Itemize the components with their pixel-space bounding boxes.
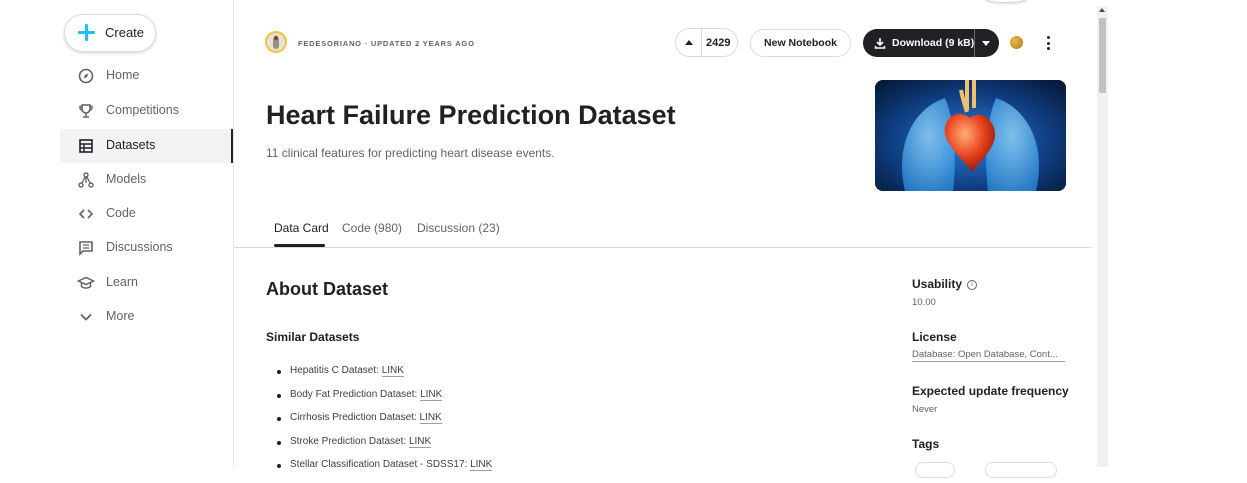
list-item-text: Stroke Prediction Dataset:	[290, 435, 409, 447]
usability-label-text: Usability	[912, 277, 963, 291]
tab-code[interactable]: Code (980)	[342, 221, 402, 235]
code-icon	[78, 209, 94, 219]
list-item-text: Body Fat Prediction Dataset:	[290, 388, 421, 400]
tags-label: Tags	[912, 437, 940, 451]
vote-count: 2429	[706, 37, 731, 49]
download-icon	[874, 38, 886, 49]
dataset-link[interactable]: LINK	[408, 435, 432, 448]
table-icon	[79, 139, 93, 153]
sidebar-item-label: Learn	[106, 275, 138, 289]
trophy-icon	[79, 104, 93, 118]
update-frequency-value: Never	[912, 404, 938, 415]
chevron-down-icon	[80, 313, 92, 321]
sidebar-item-label: Datasets	[106, 138, 156, 152]
about-dataset-heading: About Dataset	[266, 279, 389, 299]
sidebar-item-models[interactable]: Models	[60, 163, 233, 197]
tab-data-card[interactable]: Data Card	[274, 221, 329, 235]
more-options-icon[interactable]	[1042, 33, 1056, 53]
list-item: Body Fat Prediction Dataset: LINK	[274, 388, 492, 413]
dataset-title: Heart Failure Prediction Dataset	[266, 100, 676, 130]
owner-update-line[interactable]: FEDESORIANO · UPDATED 2 YEARS AGO	[298, 39, 475, 48]
upvote-widget: 2429	[675, 28, 738, 57]
download-label: Download (9 kB)	[892, 37, 975, 49]
dataset-cover-image	[875, 80, 1066, 191]
dataset-link[interactable]: LINK	[381, 365, 404, 377]
sidebar-item-discussions[interactable]: Discussions	[60, 231, 233, 265]
list-item: Hepatitis C Dataset: LINK	[274, 365, 492, 389]
list-item: Stellar Classification Dataset - SDSS17:…	[274, 459, 493, 483]
graduation-cap-icon	[77, 276, 95, 289]
sidebar-item-label: Code	[106, 206, 136, 220]
compass-icon	[78, 68, 94, 84]
similar-datasets-list: Hepatitis C Dataset: LINK Body Fat Predi…	[274, 365, 493, 483]
bronze-medal-icon	[1010, 36, 1023, 49]
upvote-button[interactable]	[676, 29, 702, 56]
sidebar-item-learn[interactable]: Learn	[60, 266, 233, 300]
similar-datasets-heading: Similar Datasets	[266, 330, 360, 344]
sidebar-item-competitions[interactable]: Competitions	[60, 94, 233, 128]
update-frequency-label: Expected update frequency	[912, 384, 1069, 398]
download-button: Download (9 kB)	[863, 29, 999, 57]
discussion-icon	[79, 241, 93, 256]
sidebar-item-datasets[interactable]: Datasets	[60, 129, 233, 163]
owner-avatar[interactable]	[265, 31, 287, 53]
sidebar-item-label: Models	[106, 172, 147, 186]
dataset-subtitle: 11 clinical features for predicting hear…	[266, 146, 555, 160]
list-item-text: Cirrhosis Prediction Dataset:	[290, 412, 420, 423]
sidebar-item-home[interactable]: Home	[60, 59, 233, 93]
dataset-page: FEDESORIANO · UPDATED 2 YEARS AGO 2429 N…	[234, 0, 1092, 478]
sidebar-item-label: More	[106, 309, 135, 323]
license-label: License	[912, 330, 957, 344]
tab-discussion[interactable]: Discussion (23)	[417, 221, 500, 235]
tag-chip[interactable]	[985, 462, 1057, 478]
tabs-divider	[234, 247, 1092, 248]
avatar-figure-icon	[273, 35, 279, 49]
download-main-button[interactable]: Download (9 kB)	[863, 29, 975, 57]
download-options-caret[interactable]	[974, 29, 999, 57]
plus-icon	[78, 24, 95, 41]
info-icon[interactable]: i	[967, 279, 978, 290]
dataset-link[interactable]: LINK	[419, 412, 442, 424]
page-scrollbar[interactable]	[1097, 6, 1108, 467]
tag-chip[interactable]	[915, 462, 955, 478]
usability-value: 10.00	[912, 297, 936, 308]
usability-label: Usability i	[912, 277, 978, 291]
sidebar: Create Home Competitions Datasets Models…	[0, 0, 234, 467]
new-notebook-button[interactable]: New Notebook	[750, 29, 851, 57]
heart-illustration	[875, 80, 1066, 191]
scroll-up-arrow-icon[interactable]	[1099, 8, 1105, 12]
list-item-text: Hepatitis C Dataset:	[290, 365, 382, 376]
models-icon	[78, 172, 94, 188]
sidebar-item-label: Discussions	[106, 240, 173, 254]
list-item: Stroke Prediction Dataset: LINK	[274, 435, 492, 460]
list-item-text: Stellar Classification Dataset - SDSS17:	[290, 459, 471, 470]
dataset-link[interactable]: LINK	[470, 459, 493, 471]
list-item: Cirrhosis Prediction Dataset: LINK	[274, 412, 492, 436]
dataset-link[interactable]: LINK	[420, 388, 443, 401]
create-label: Create	[105, 25, 145, 40]
sidebar-item-label: Competitions	[106, 103, 179, 117]
sidebar-item-label: Home	[106, 68, 140, 82]
sidebar-item-code[interactable]: Code	[60, 197, 233, 231]
sidebar-item-more[interactable]: More	[60, 300, 233, 334]
create-button[interactable]: Create	[64, 14, 156, 52]
license-value[interactable]: Database: Open Database, Cont...	[912, 349, 1065, 362]
scrollbar-thumb[interactable]	[1099, 18, 1106, 93]
